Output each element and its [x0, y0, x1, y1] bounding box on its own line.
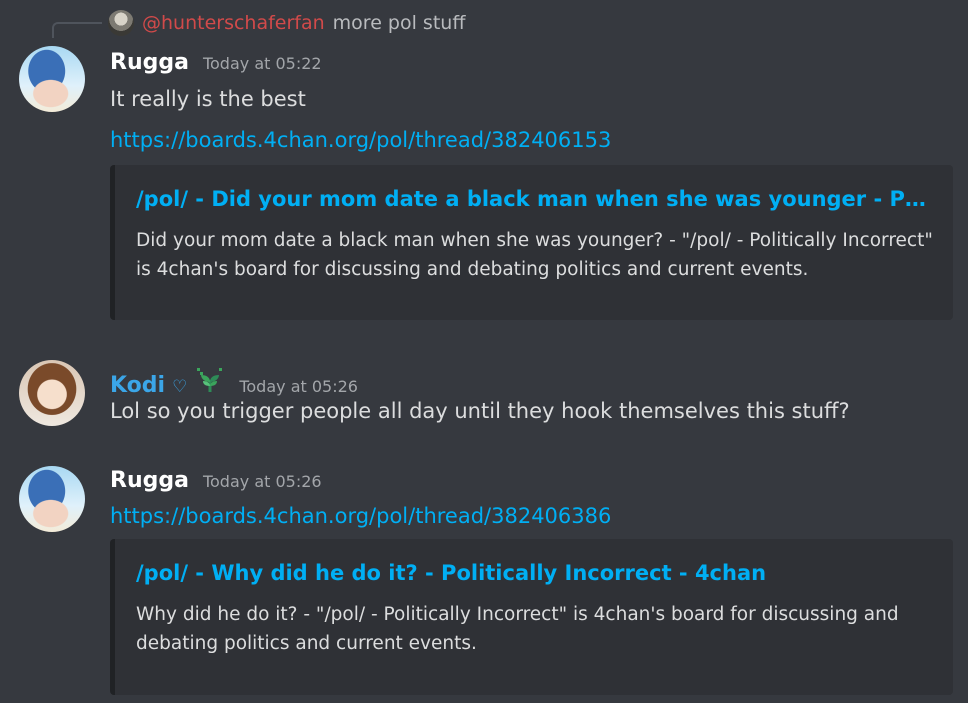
timestamp: Today at 05:26: [202, 472, 322, 491]
avatar[interactable]: [19, 360, 85, 426]
avatar[interactable]: [19, 46, 85, 112]
username[interactable]: Rugga: [110, 468, 189, 493]
chat-messages: @hunterschaferfan more pol stuff Rugga T…: [0, 0, 968, 703]
plant-sprout-icon[interactable]: [195, 366, 225, 396]
heart-icon: ♡: [172, 377, 188, 397]
avatar[interactable]: [19, 466, 85, 532]
message-header: Rugga Today at 05:26: [110, 468, 322, 493]
username[interactable]: Kodi: [110, 373, 165, 398]
message-link[interactable]: https://boards.4chan.org/pol/thread/3824…: [110, 128, 611, 152]
link-embed: /pol/ - Did your mom date a black man wh…: [110, 165, 953, 320]
message-header: Rugga Today at 05:22: [110, 50, 322, 75]
message-link[interactable]: https://boards.4chan.org/pol/thread/3824…: [110, 504, 611, 528]
link-embed: /pol/ - Why did he do it? - Politically …: [110, 539, 953, 695]
reply-text[interactable]: more pol stuff: [333, 12, 466, 34]
embed-description: Did your mom date a black man when she w…: [136, 230, 933, 280]
timestamp: Today at 05:22: [202, 54, 322, 73]
reply-preview[interactable]: @hunterschaferfan more pol stuff: [108, 10, 465, 36]
message-text: Lol so you trigger people all day until …: [110, 399, 850, 423]
reply-avatar[interactable]: [108, 10, 134, 36]
timestamp: Today at 05:26: [239, 377, 358, 396]
embed-description: Why did he do it? - "/pol/ - Politically…: [136, 604, 899, 654]
embed-title[interactable]: /pol/ - Why did he do it? - Politically …: [136, 561, 933, 585]
username[interactable]: Rugga: [110, 50, 189, 75]
embed-title[interactable]: /pol/ - Did your mom date a black man wh…: [136, 187, 933, 211]
reply-spine: [52, 22, 102, 38]
reply-mention[interactable]: @hunterschaferfan: [142, 12, 325, 34]
message-header: Kodi ♡ Today at 05:26: [110, 362, 358, 398]
message-text: It really is the best: [110, 87, 306, 111]
